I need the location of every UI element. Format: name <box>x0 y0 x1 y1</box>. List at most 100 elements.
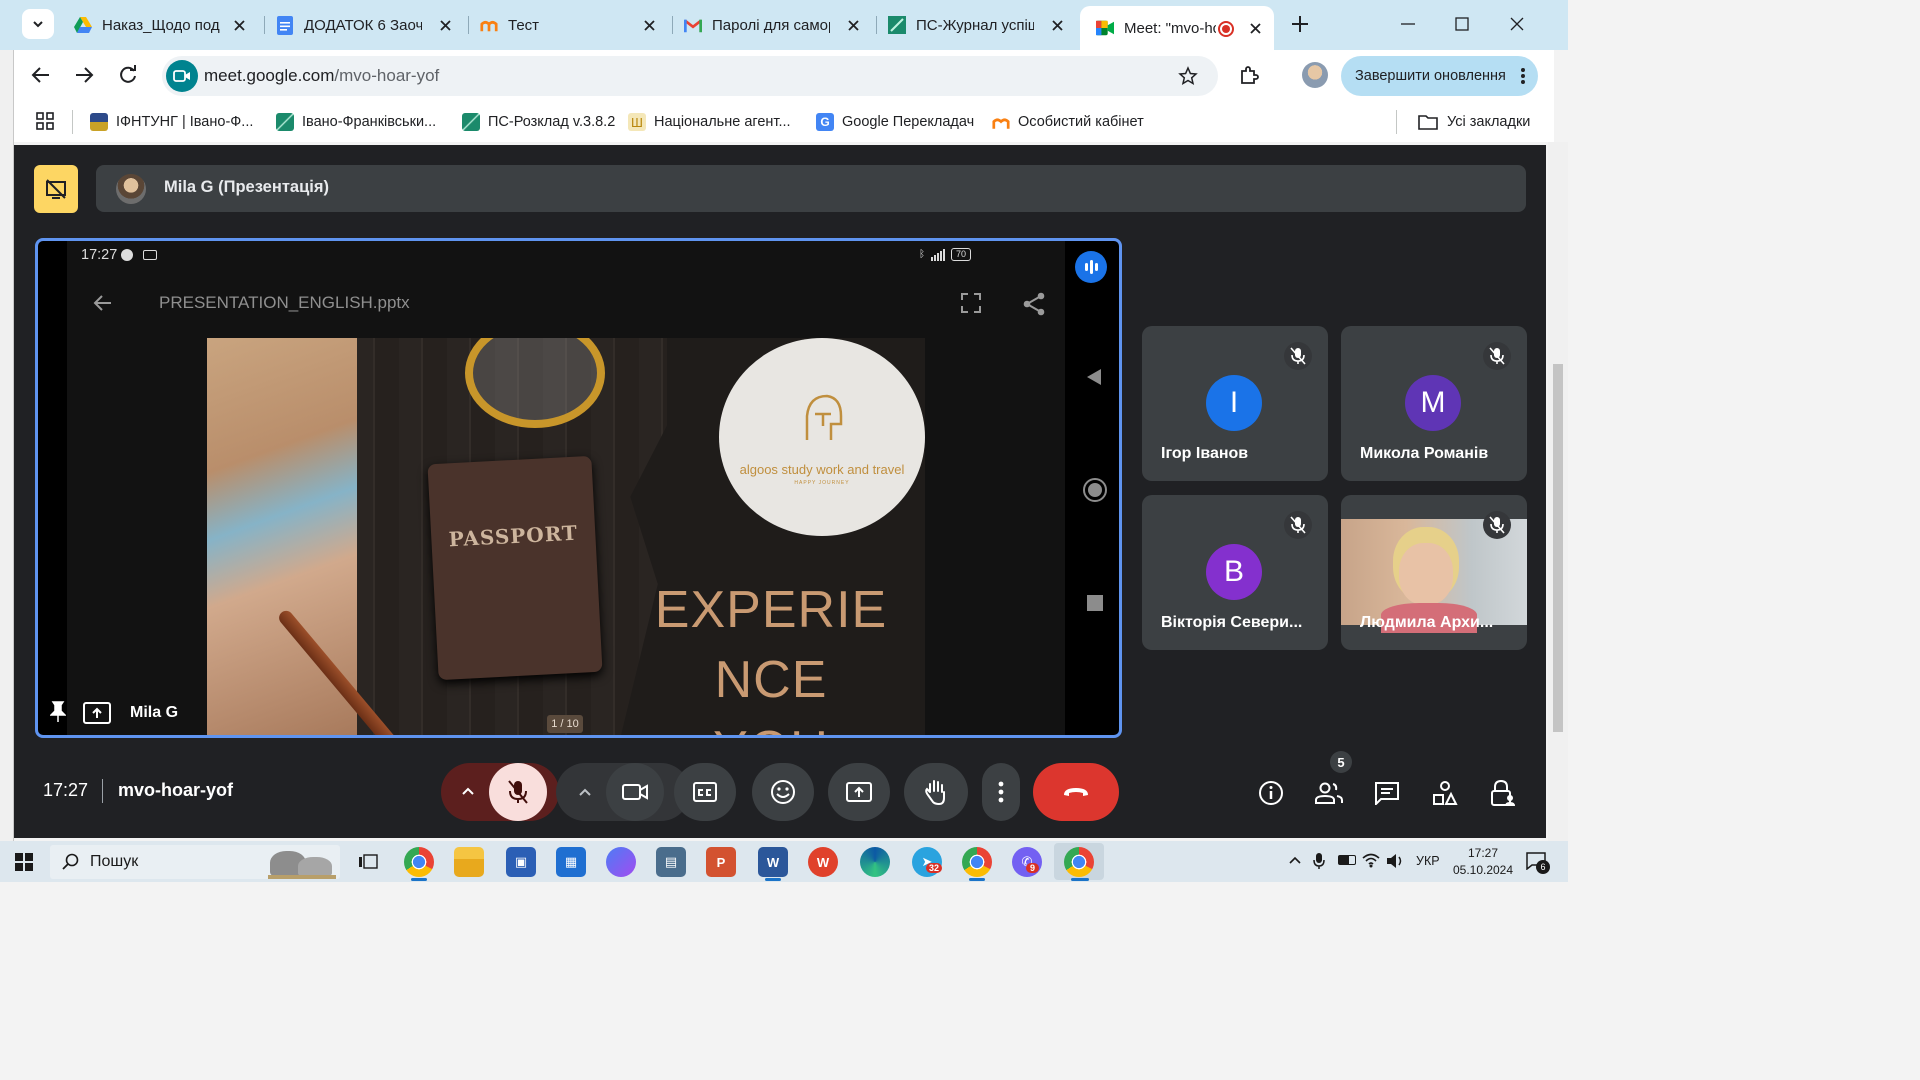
bookmark-ivano-frankivsk[interactable]: Івано-Франківськи... <box>276 112 436 132</box>
call-end-icon <box>1064 788 1088 796</box>
bookmark-google-translate[interactable]: G Google Перекладач <box>816 112 974 132</box>
calendar-icon[interactable]: ▦ <box>556 847 586 877</box>
presenting-icon <box>83 702 111 724</box>
microphone-button[interactable] <box>489 763 547 821</box>
activities-button[interactable] <box>1425 773 1465 813</box>
wps-office-icon[interactable]: W <box>808 847 838 877</box>
maximize-button[interactable] <box>1452 14 1472 34</box>
captions-button[interactable] <box>674 763 736 821</box>
file-explorer-icon[interactable] <box>454 847 484 877</box>
close-tab-icon[interactable] <box>230 16 248 34</box>
tray-overflow-icon[interactable] <box>1288 855 1302 865</box>
bookmarks-divider <box>1396 110 1397 134</box>
participant-tile[interactable]: M Микола Романів <box>1341 326 1527 481</box>
shield-icon <box>121 249 134 261</box>
close-tab-icon[interactable] <box>436 16 454 34</box>
all-bookmarks-button[interactable]: Усі закладки <box>1418 112 1530 132</box>
edge-icon[interactable] <box>860 847 890 877</box>
pin-icon[interactable] <box>50 701 66 723</box>
calculator-icon[interactable]: ▤ <box>656 847 686 877</box>
chrome-taskbar-icon[interactable] <box>404 847 434 877</box>
extensions-icon[interactable] <box>1238 64 1260 86</box>
bookmark-osobystyi-kabinet[interactable]: Особистий кабінет <box>992 112 1144 132</box>
android-recents-icon[interactable] <box>1087 595 1103 611</box>
google-meet-icon <box>1096 19 1114 37</box>
tab-nakaz[interactable]: Наказ_Щодо поді <box>58 8 258 42</box>
presenter-name: Mila G (Презентація) <box>164 178 329 196</box>
apps-grid-icon[interactable] <box>36 112 54 130</box>
battery-tray-icon[interactable] <box>1338 855 1356 865</box>
microphone-tray-icon[interactable] <box>1313 852 1325 870</box>
address-bar[interactable]: meet.google.com/mvo-hoar-yof <box>162 56 1218 96</box>
share-icon[interactable] <box>1021 291 1047 317</box>
taskbar-search[interactable]: Пошук <box>50 845 340 879</box>
viber-icon[interactable]: ✆ <box>1012 847 1042 877</box>
logo-subtext: HAPPY JOURNEY <box>794 480 850 486</box>
reload-button[interactable] <box>117 64 139 86</box>
chrome-active-icon[interactable] <box>1064 847 1094 877</box>
save-disk-icon[interactable]: ▣ <box>506 847 536 877</box>
leave-call-button[interactable] <box>1033 763 1119 821</box>
more-options-button[interactable] <box>982 763 1020 821</box>
input-language[interactable]: УКР <box>1416 854 1440 868</box>
finish-update-label: Завершити оновлення <box>1355 68 1506 84</box>
tab-title: Meet: "mvo-hc <box>1124 19 1216 37</box>
clock[interactable]: 17:27 05.10.2024 <box>1450 845 1516 879</box>
volume-tray-icon[interactable] <box>1386 853 1404 869</box>
wifi-tray-icon[interactable] <box>1362 852 1380 868</box>
task-view-icon[interactable] <box>358 853 378 871</box>
participant-tile[interactable]: B Вікторія Севери... <box>1142 495 1328 650</box>
meeting-details-button[interactable] <box>1251 773 1291 813</box>
footer-divider <box>102 779 103 803</box>
more-vert-icon <box>1521 68 1525 84</box>
participant-tile[interactable]: Людмила Архи... <box>1341 495 1527 650</box>
minimize-button[interactable] <box>1398 14 1418 34</box>
people-button[interactable]: 5 <box>1309 751 1352 813</box>
close-window-button[interactable] <box>1507 14 1527 34</box>
site-info-icon[interactable] <box>166 60 198 92</box>
reactions-button[interactable] <box>752 763 814 821</box>
back-button[interactable] <box>30 64 52 86</box>
chat-button[interactable] <box>1367 773 1407 813</box>
word-icon[interactable]: W <box>758 847 788 877</box>
slide-photo: PASSPORT <box>207 338 667 735</box>
camera-button[interactable] <box>606 763 664 821</box>
gmail-icon <box>684 16 702 34</box>
android-back-icon[interactable] <box>1085 367 1103 387</box>
close-tab-icon[interactable] <box>640 16 658 34</box>
fullscreen-icon[interactable] <box>959 291 983 315</box>
tab-meet-active[interactable]: Meet: "mvo-hc <box>1080 6 1274 50</box>
participant-tile[interactable]: І Ігор Іванов <box>1142 326 1328 481</box>
close-tab-icon[interactable] <box>1048 16 1066 34</box>
close-tab-icon[interactable] <box>1246 19 1264 37</box>
viewer-back-icon[interactable] <box>91 291 115 315</box>
finish-update-button[interactable]: Завершити оновлення <box>1341 56 1538 96</box>
tab-search-button[interactable] <box>22 9 54 39</box>
powerpoint-icon[interactable]: P <box>706 847 736 877</box>
bookmark-star-icon[interactable] <box>1178 66 1198 86</box>
bookmark-ps-rozklad[interactable]: ПС-Розклад v.3.8.2 <box>462 112 615 132</box>
notifications-button[interactable]: 6 <box>1526 852 1550 874</box>
participant-name: Вікторія Севери... <box>1161 614 1303 631</box>
new-tab-button[interactable] <box>1288 12 1312 36</box>
tab-journal[interactable]: ПС-Журнал успіш <box>872 8 1076 42</box>
android-home-icon[interactable] <box>1083 478 1107 502</box>
arrow-left-icon <box>31 67 49 83</box>
host-controls-button[interactable] <box>1483 773 1523 813</box>
tab-test[interactable]: Тест <box>464 8 668 42</box>
chrome-profile-icon[interactable] <box>962 847 992 877</box>
tab-gmail[interactable]: Паролі для самор <box>668 8 872 42</box>
bookmark-natsionalne[interactable]: Ш Національне агент... <box>628 112 791 132</box>
copilot-icon[interactable] <box>606 847 636 877</box>
page-scrollbar[interactable] <box>1548 142 1568 841</box>
close-tab-icon[interactable] <box>844 16 862 34</box>
profile-avatar[interactable] <box>1302 62 1328 88</box>
start-button[interactable] <box>15 853 33 871</box>
present-screen-button[interactable] <box>828 763 890 821</box>
forward-button[interactable] <box>73 64 95 86</box>
tab-title: Наказ_Щодо поді <box>102 16 220 34</box>
raise-hand-button[interactable] <box>904 763 968 821</box>
stop-presenting-indicator[interactable] <box>34 165 78 213</box>
bookmark-ifntung[interactable]: ІФНТУНГ | Івано-Ф... <box>90 112 253 132</box>
tab-dodatok[interactable]: ДОДАТОК 6 Заоч <box>260 8 464 42</box>
